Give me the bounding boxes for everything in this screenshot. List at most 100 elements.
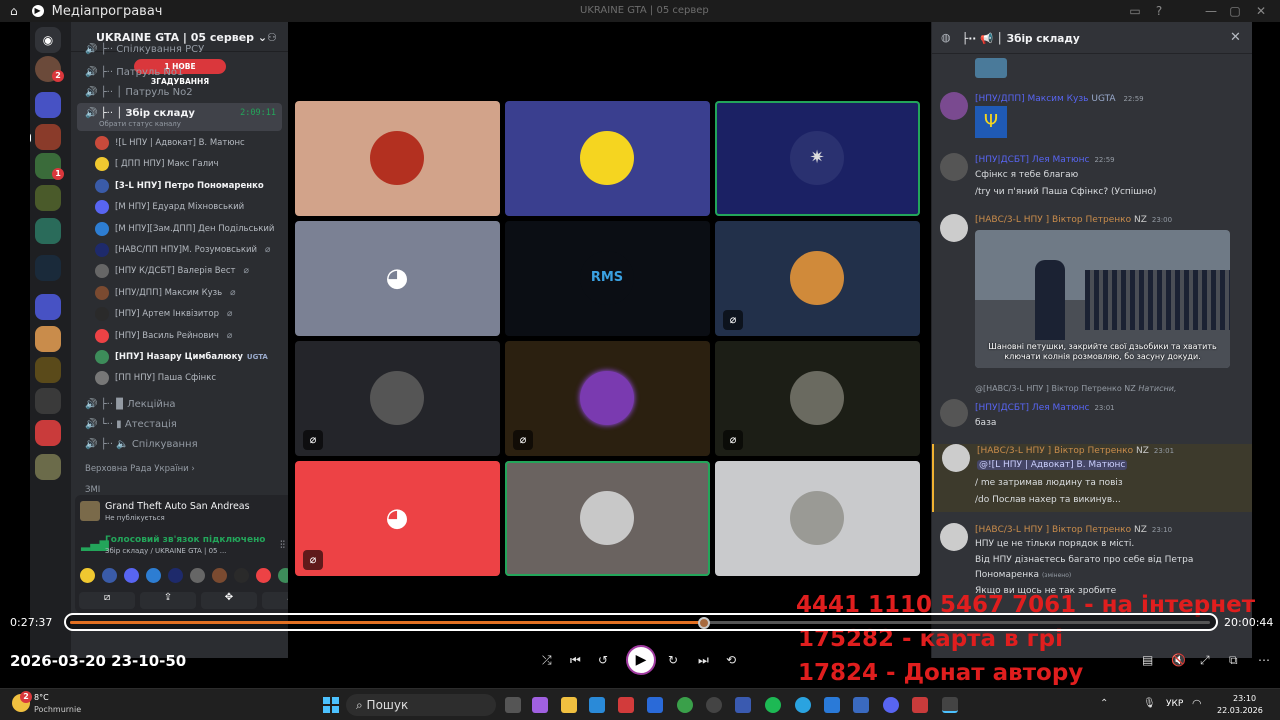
participant-tile[interactable]: [505, 461, 710, 576]
server-icon[interactable]: [35, 218, 61, 244]
participant-tile[interactable]: ⌀: [715, 341, 920, 456]
minimize-button[interactable]: —: [1203, 3, 1219, 19]
keyboard-language[interactable]: УКР: [1166, 699, 1183, 709]
participant-tile[interactable]: ✷: [715, 101, 920, 216]
microphone-icon[interactable]: 🎙: [1143, 698, 1156, 709]
previous-icon[interactable]: ⏮: [570, 653, 581, 668]
server-icon[interactable]: [35, 420, 61, 446]
category-header[interactable]: Верховна Рада України ›: [77, 459, 282, 479]
task-view-icon[interactable]: [505, 697, 521, 713]
telegram-icon[interactable]: [795, 697, 811, 713]
voice-channel[interactable]: 🔊 ├·· 🔈 Спілкування: [77, 434, 282, 454]
voice-user[interactable]: [М НПУ] Едуард Міхновський: [95, 197, 244, 217]
avatar[interactable]: [940, 523, 968, 551]
maximize-button[interactable]: ▢: [1227, 3, 1243, 19]
voice-channel-info[interactable]: Збір складу / UKRAINE GTA | 05 ...: [105, 547, 226, 555]
active-voice-channel[interactable]: 🔊 ├·· │ Збір складу 2:09:11 Обрати стату…: [77, 103, 282, 131]
voice-user[interactable]: [НПУ] Василь Рейнович ⌀: [95, 326, 232, 346]
forward-30-icon[interactable]: ↻: [668, 653, 678, 667]
mini-view-icon[interactable]: ⧉: [1229, 653, 1238, 668]
app-icon[interactable]: [824, 697, 840, 713]
voice-user[interactable]: [НПУ/ДПП] Максим Кузь ⌀: [95, 283, 236, 303]
seek-handle[interactable]: [697, 617, 710, 629]
app-icon[interactable]: [706, 697, 722, 713]
participant-tile[interactable]: [295, 101, 500, 216]
app-icon[interactable]: [735, 697, 751, 713]
miniplayer-icon[interactable]: ▭: [1127, 3, 1143, 19]
discord-icon[interactable]: [883, 697, 899, 713]
app-icon[interactable]: [912, 697, 928, 713]
voice-channel[interactable]: 🔊 ├·· │ Патруль No2: [77, 82, 282, 102]
voice-user[interactable]: [М НПУ][Зам.ДПП] Ден Подільський: [95, 219, 274, 239]
participant-tile[interactable]: RMS: [505, 221, 710, 336]
user-mention[interactable]: @![L НПУ | Адвокат] В. Матюнс: [977, 460, 1128, 470]
server-icon[interactable]: [35, 326, 61, 352]
edge-icon[interactable]: [589, 697, 605, 713]
voice-user[interactable]: [ ДПП НПУ] Макс Галич: [95, 154, 219, 174]
participant-tile[interactable]: ◕ ⌀: [295, 461, 500, 576]
camera-button[interactable]: ⧄: [79, 592, 135, 609]
home-icon[interactable]: ⌂: [10, 4, 18, 18]
noise-suppression-icon[interactable]: ⫶⫶: [280, 540, 285, 551]
outlook-icon[interactable]: [647, 697, 663, 713]
voice-user[interactable]: [НАВС/ПП НПУ]М. Розумовський ⌀: [95, 240, 270, 260]
clock-time[interactable]: 23:10: [1233, 694, 1256, 703]
wifi-icon[interactable]: ◠: [1192, 697, 1202, 710]
seek-bar[interactable]: [64, 613, 1218, 631]
media-player-icon[interactable]: [942, 697, 958, 713]
server-icon[interactable]: [35, 255, 61, 281]
avatar[interactable]: [940, 92, 968, 120]
spotify-icon[interactable]: [765, 697, 781, 713]
server-icon[interactable]: [35, 454, 61, 480]
explorer-icon[interactable]: [561, 697, 577, 713]
participant-tile[interactable]: ◕: [295, 221, 500, 336]
voice-user[interactable]: [ПП НПУ] Паша Сфінкс: [95, 368, 216, 388]
avatar[interactable]: [942, 444, 970, 472]
tray-chevron-icon[interactable]: ⌃: [1100, 698, 1108, 709]
shuffle-icon[interactable]: ⤮: [542, 653, 552, 668]
next-icon[interactable]: ⏭: [698, 653, 709, 668]
start-icon[interactable]: [323, 697, 339, 713]
server-icon[interactable]: [35, 388, 61, 414]
voice-channel[interactable]: 🔊 ├·· Спілкування РСУ: [77, 42, 282, 56]
folder-icon[interactable]: [35, 92, 61, 118]
participant-tile[interactable]: ⌀: [715, 221, 920, 336]
server-icon[interactable]: [35, 185, 61, 211]
close-chat-icon[interactable]: ✕: [1230, 30, 1241, 45]
copilot-icon[interactable]: [532, 697, 548, 713]
voice-channel[interactable]: 🔊 ├·· ▉ Лекційна: [77, 394, 282, 414]
message-image[interactable]: Шановні петушки, закрийте свої дзьобики …: [975, 230, 1230, 368]
store-icon[interactable]: [618, 697, 634, 713]
app-icon[interactable]: [853, 697, 869, 713]
fullscreen-icon[interactable]: ⤢: [1200, 653, 1210, 668]
channel-status[interactable]: Обрати статус каналу: [99, 120, 181, 128]
voice-channel[interactable]: 🔊 └·· ▮ Атестація: [77, 414, 282, 434]
server-icon[interactable]: [35, 124, 61, 150]
participant-tile[interactable]: ⌀: [295, 341, 500, 456]
voice-user[interactable]: ![L НПУ | Адвокат] В. Матюнс: [95, 133, 245, 153]
avatar[interactable]: [940, 153, 968, 181]
participant-tile[interactable]: [715, 461, 920, 576]
avatar[interactable]: [940, 399, 968, 427]
more-icon[interactable]: ⋯: [1258, 653, 1270, 667]
participant-tile[interactable]: [505, 101, 710, 216]
close-button[interactable]: ✕: [1253, 3, 1269, 19]
help-icon[interactable]: ?: [1151, 3, 1167, 19]
voice-user[interactable]: [3-L НПУ] Петро Пономаренко: [95, 176, 264, 196]
screen-share-button[interactable]: ⇪: [140, 592, 196, 609]
server-icon[interactable]: [35, 357, 61, 383]
clock-date[interactable]: 22.03.2026: [1217, 706, 1263, 715]
play-button[interactable]: ▶: [626, 645, 656, 675]
folder-icon[interactable]: [35, 294, 61, 320]
voice-user[interactable]: [НПУ] Назару Цимбалюку UGTA: [95, 347, 268, 367]
voice-channel[interactable]: 🔊 ├·· Патруль No1: [77, 62, 282, 82]
voice-user[interactable]: [НПУ К/ДСБТ] Валерія Вест ⌀: [95, 261, 249, 281]
repeat-off-icon[interactable]: ⟲: [726, 653, 736, 667]
volume-icon[interactable]: 🔇: [1171, 653, 1186, 667]
avatar[interactable]: [940, 214, 968, 242]
participant-tile[interactable]: ⌀: [505, 341, 710, 456]
chrome-icon[interactable]: [677, 697, 693, 713]
taskbar-search[interactable]: ⌕ Пошук: [346, 694, 496, 716]
subtitles-icon[interactable]: ▤: [1142, 653, 1153, 667]
dm-home-icon[interactable]: ◉: [35, 27, 61, 53]
